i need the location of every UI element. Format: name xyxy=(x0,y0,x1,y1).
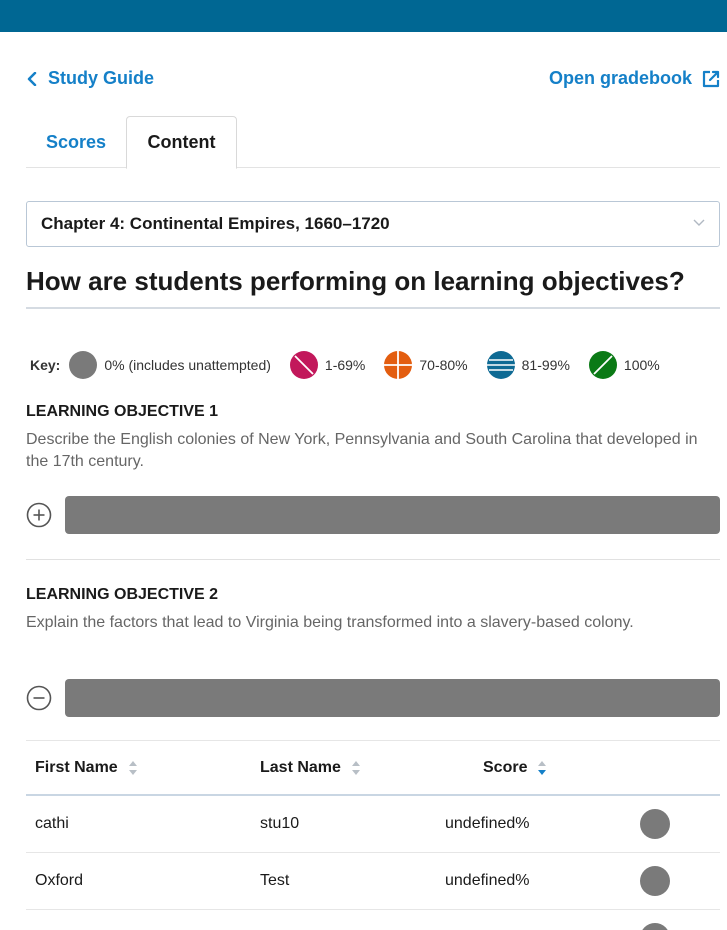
divider xyxy=(26,559,720,560)
chevron-down-icon xyxy=(693,219,705,226)
student-scores-table: First Name Last Name Score cathi stu10 u… xyxy=(26,740,720,930)
key-label: Key: xyxy=(30,357,61,373)
cell-last-name: stu10 xyxy=(260,815,300,832)
key-item-label: 70-80% xyxy=(419,357,468,373)
column-header-label: First Name xyxy=(35,759,118,776)
chevron-left-icon xyxy=(27,71,37,86)
key-item-1: 1-69% xyxy=(289,350,365,380)
key-item-label: 100% xyxy=(623,357,660,373)
minus-circle-icon[interactable] xyxy=(26,685,52,711)
learning-objective-2: LEARNING OBJECTIVE 2 Explain the factors… xyxy=(26,586,720,634)
column-header-score[interactable]: Score xyxy=(483,759,547,777)
objective-progress-bar xyxy=(65,496,720,534)
grey-circle-icon xyxy=(640,923,670,930)
key-item-label: 0% (includes unattempted) xyxy=(104,357,271,373)
sort-icon xyxy=(351,761,360,775)
chapter-select[interactable]: Chapter 4: Continental Empires, 1660–172… xyxy=(26,201,720,247)
red-slash-circle-icon xyxy=(289,351,318,379)
column-header-first-name[interactable]: First Name xyxy=(35,759,138,777)
table-header: First Name Last Name Score xyxy=(26,741,720,796)
orange-cross-circle-icon xyxy=(384,351,413,379)
key-item-label: 81-99% xyxy=(521,357,570,373)
tab-content[interactable]: Content xyxy=(126,116,237,169)
cell-first-name: Oxford xyxy=(35,872,84,889)
page-heading: How are students performing on learning … xyxy=(26,266,720,309)
key-item-0: 0% (includes unattempted) xyxy=(68,350,271,380)
cell-score: undefined% xyxy=(445,872,530,889)
key-item-label: 1-69% xyxy=(324,357,366,373)
external-link-icon xyxy=(702,70,720,87)
nav-bar: Study Guide Open gradebook xyxy=(26,68,720,92)
learning-objective-title: LEARNING OBJECTIVE 2 xyxy=(26,586,219,603)
chapter-select-value: Chapter 4: Continental Empires, 1660–172… xyxy=(41,214,390,233)
cell-score: undefined% xyxy=(445,815,530,832)
sort-desc-icon xyxy=(538,761,547,775)
plus-circle-icon[interactable] xyxy=(26,502,52,528)
open-gradebook-link[interactable]: Open gradebook xyxy=(549,68,720,89)
learning-objective-description: Explain the factors that lead to Virgini… xyxy=(26,614,634,631)
key-item-2: 70-80% xyxy=(383,350,468,380)
key-item-4: 100% xyxy=(588,350,660,380)
top-bar xyxy=(0,0,727,32)
blue-striped-circle-icon xyxy=(486,351,515,379)
learning-objective-description: Describe the English colonies of New Yor… xyxy=(26,431,698,470)
column-header-label: Score xyxy=(483,759,528,776)
cell-last-name: Test xyxy=(260,872,290,889)
score-key: Key: 0% (includes unattempted) 1-69% 70-… xyxy=(30,350,660,380)
learning-objective-title: LEARNING OBJECTIVE 1 xyxy=(26,403,219,420)
key-item-3: 81-99% xyxy=(486,350,570,380)
learning-objective-1-row xyxy=(26,496,720,534)
table-row: cathi stu10 undefined% xyxy=(26,796,720,853)
column-header-label: Last Name xyxy=(260,759,341,776)
learning-objective-1: LEARNING OBJECTIVE 1 Describe the Englis… xyxy=(26,403,720,473)
sort-icon xyxy=(128,761,137,775)
column-header-last-name[interactable]: Last Name xyxy=(260,759,361,777)
tab-bar: Scores Content xyxy=(26,116,720,169)
grey-circle-icon xyxy=(69,351,98,379)
table-row: Oxford Test undefined% xyxy=(26,853,720,910)
open-gradebook-label: Open gradebook xyxy=(548,68,692,88)
green-slash-circle-icon xyxy=(588,351,617,379)
grey-circle-icon xyxy=(640,809,670,839)
objective-progress-bar xyxy=(65,679,720,717)
learning-objective-2-row xyxy=(26,679,720,717)
study-guide-label: Study Guide xyxy=(48,68,155,88)
study-guide-back-link[interactable]: Study Guide xyxy=(26,68,154,89)
table-row xyxy=(26,910,720,930)
cell-first-name: cathi xyxy=(35,815,69,832)
tab-scores[interactable]: Scores xyxy=(26,116,126,168)
grey-circle-icon xyxy=(640,866,670,896)
